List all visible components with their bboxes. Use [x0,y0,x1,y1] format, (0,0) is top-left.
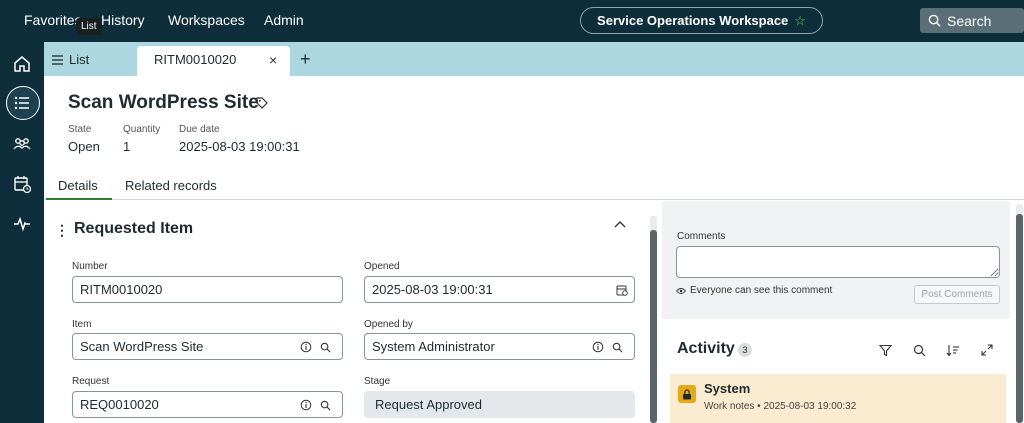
info-icon[interactable] [299,340,313,354]
eye-icon [676,287,686,294]
search-label: Search [947,12,992,29]
hamburger-icon [52,54,63,65]
active-tab-indicator [46,198,112,200]
section-title: Requested Item [74,220,194,237]
filter-icon[interactable] [877,342,893,358]
tab-details[interactable]: Details [58,178,98,193]
request-value: REQ0010020 [80,397,159,412]
state-value: Open [68,139,100,154]
stage-field: Request Approved [364,391,635,418]
list-tab-button[interactable]: List [52,52,89,67]
tab-label: RITM0010020 [154,52,237,67]
opened-by-value: System Administrator [372,339,495,354]
activity-meta: Work notes • 2025-08-03 19:00:32 [704,401,857,412]
top-nav-bar: Favorites History Workspaces Admin List … [0,0,1024,42]
stage-label: Stage [364,376,391,387]
activity-count-badge: 3 [738,343,752,357]
workspace-label: Service Operations Workspace [597,13,789,28]
close-icon[interactable]: × [269,52,277,68]
post-comments-button[interactable]: Post Comments [914,285,1000,304]
calendar-clock-icon[interactable] [10,172,34,196]
visibility-text: Everyone can see this comment [690,285,833,296]
form-scrollbar-thumb[interactable] [650,230,657,423]
opened-by-field[interactable]: System Administrator [364,333,635,360]
calendar-icon[interactable] [615,283,629,297]
opened-value: 2025-08-03 19:00:31 [372,282,493,297]
due-date-value: 2025-08-03 19:00:31 [179,139,300,154]
opened-field[interactable]: 2025-08-03 19:00:31 [364,276,635,303]
search-icon[interactable] [911,342,927,358]
comments-input[interactable] [676,246,1000,278]
item-value: Scan WordPress Site [80,339,204,354]
sort-icon[interactable] [945,342,961,358]
search-icon[interactable] [318,340,332,354]
state-label: State [68,124,92,135]
quantity-label: Quantity [123,124,161,135]
info-icon[interactable] [299,398,313,412]
page-title: Scan WordPress Site [68,92,259,113]
info-icon[interactable] [591,340,605,354]
expand-icon[interactable] [979,342,995,358]
number-field[interactable]: RITM0010020 [72,276,343,303]
number-value: RITM0010020 [80,282,163,297]
activity-title: Activity [677,340,735,357]
request-label: Request [72,376,110,387]
comments-label: Comments [677,231,726,242]
chevron-up-icon[interactable] [613,218,627,232]
visibility-note: Everyone can see this comment [676,285,832,296]
nav-history[interactable]: History [101,12,145,28]
list-icon[interactable] [10,91,34,115]
left-rail [0,42,44,423]
search-icon[interactable] [610,340,624,354]
opened-label: Opened [364,261,400,272]
number-label: Number [72,261,108,272]
list-tab-label: List [69,52,90,67]
search-icon[interactable] [318,398,332,412]
home-icon[interactable] [10,52,34,76]
add-tab-icon[interactable]: + [300,49,311,70]
tab-related-records[interactable]: Related records [125,178,217,193]
tag-icon[interactable] [255,96,269,110]
item-label: Item [72,319,92,330]
stage-value: Request Approved [375,397,482,412]
global-search[interactable]: Search [920,8,1024,33]
star-icon[interactable]: ☆ [794,13,806,29]
item-field[interactable]: Scan WordPress Site [72,333,343,360]
due-date-label: Due date [179,124,220,135]
request-field[interactable]: REQ0010020 [72,391,343,418]
more-options-icon[interactable]: ⋮ [55,222,69,239]
search-icon [928,14,941,27]
nav-favorites[interactable]: Favorites [24,12,82,28]
workspace-selector[interactable]: Service Operations Workspace ☆ [580,7,823,34]
pulse-icon[interactable] [10,212,34,236]
opened-by-label: Opened by [364,319,413,330]
nav-admin[interactable]: Admin [264,12,304,28]
activity-author: System [704,381,751,396]
quantity-value: 1 [123,139,131,154]
lock-icon [678,385,696,403]
list-tooltip: List [76,18,102,35]
panel-scrollbar-thumb[interactable] [1016,214,1023,423]
team-icon[interactable] [10,132,34,156]
nav-workspaces[interactable]: Workspaces [168,12,245,28]
